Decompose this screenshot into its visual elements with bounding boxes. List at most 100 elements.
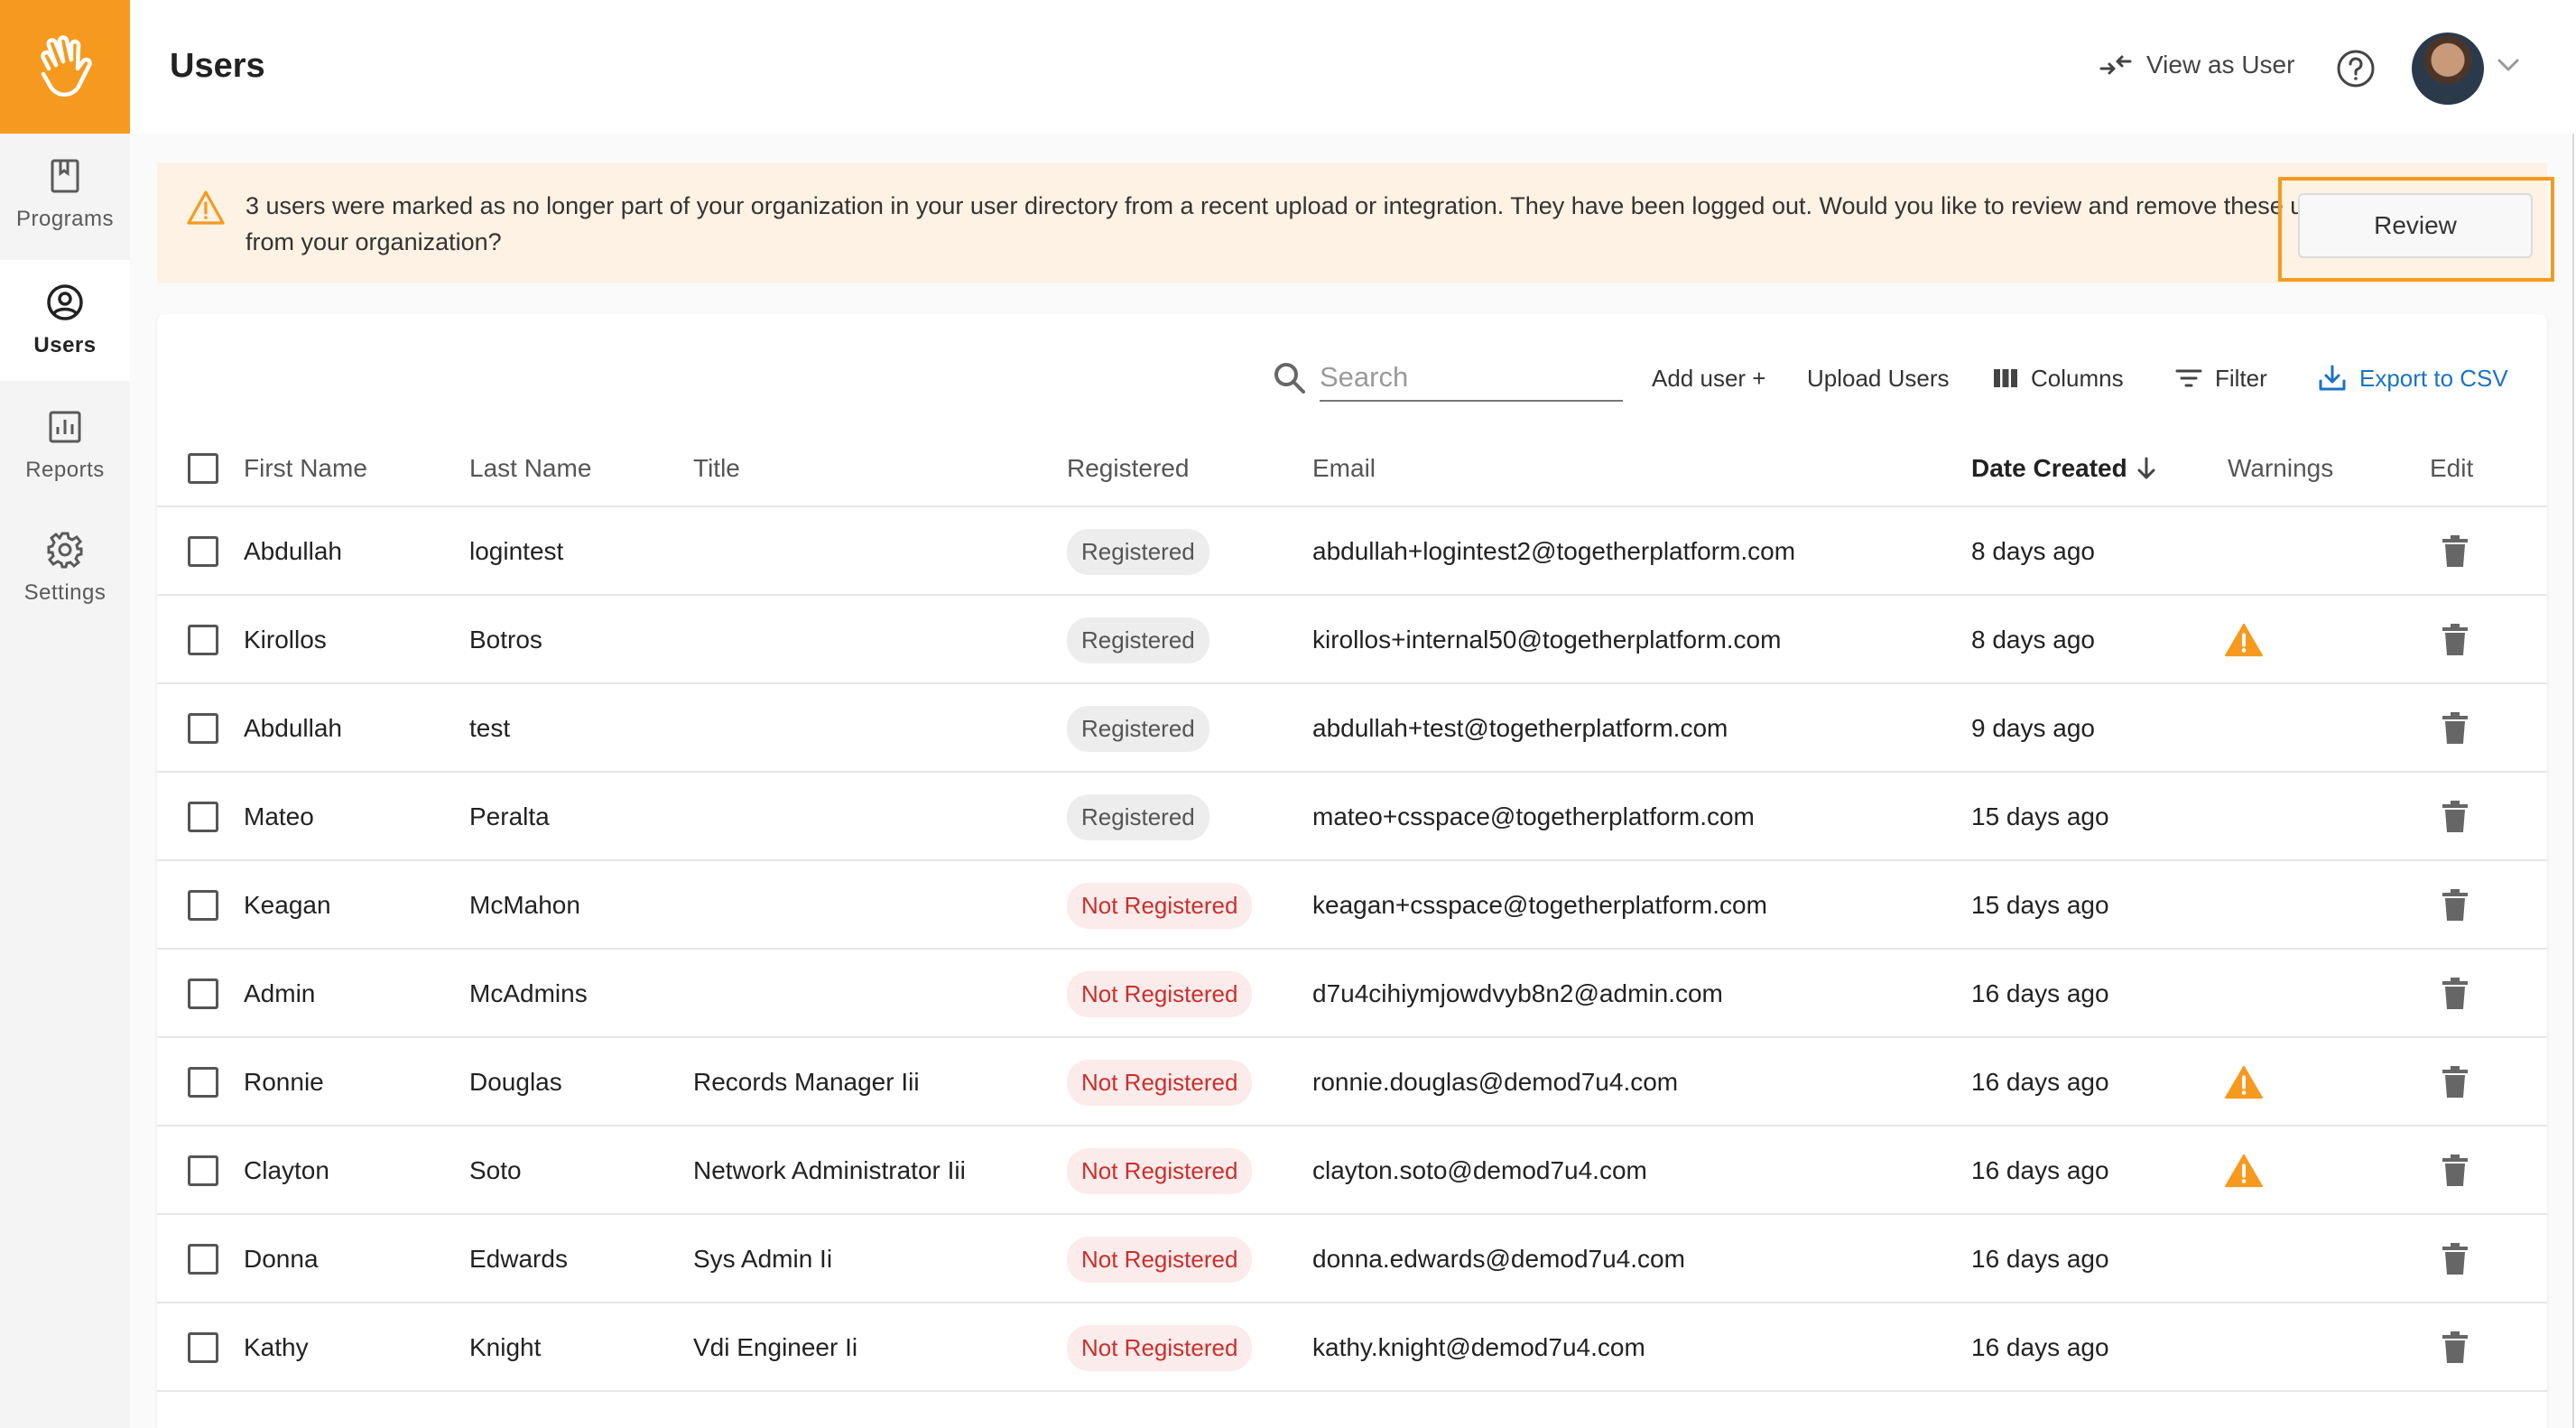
cell-last-name: Knight (469, 1333, 542, 1361)
column-first-name[interactable]: First Name (244, 430, 367, 507)
search-input[interactable] (1320, 355, 1623, 402)
warning-icon[interactable] (2224, 1151, 2264, 1191)
cell-edit (2435, 1038, 2475, 1127)
sidebar-item-settings[interactable]: Settings (0, 507, 130, 628)
table-row[interactable]: Abdullah test Registered abdullah+test@toge… (157, 684, 2547, 773)
trash-icon[interactable] (2435, 886, 2475, 925)
table-header: First Name Last Name Title Registered Em… (157, 430, 2547, 507)
column-last-name[interactable]: Last Name (469, 430, 591, 507)
warning-icon[interactable] (2224, 620, 2264, 660)
view-as-user-button[interactable]: View as User (2098, 51, 2294, 79)
review-button[interactable]: Review (2298, 193, 2533, 258)
cell-email: kathy.knight@demod7u4.com (1312, 1333, 1645, 1361)
cell-email: ronnie.douglas@demod7u4.com (1312, 1068, 1679, 1096)
trash-icon[interactable] (2435, 974, 2475, 1014)
table-row[interactable]: Kathy Knight Vdi Engineer Ii Not Registered… (157, 1303, 2547, 1392)
trash-icon[interactable] (2435, 709, 2475, 748)
cell-title: Sys Admin Ii (693, 1245, 833, 1273)
sidebar-item-programs[interactable]: Programs (0, 134, 130, 255)
avatar[interactable] (2412, 32, 2484, 105)
row-checkbox[interactable] (188, 684, 218, 773)
warning-icon[interactable] (2224, 1062, 2264, 1102)
cell-date-created: 16 days ago (1971, 1156, 2109, 1184)
cell-registered: Not Registered (1067, 1303, 1253, 1392)
status-badge: Registered (1067, 528, 1209, 575)
cell-registered: Registered (1067, 684, 1209, 773)
upload-users-label: Upload Users (1807, 364, 1950, 392)
row-checkbox[interactable] (188, 507, 218, 596)
add-user-button[interactable]: Add user + (1652, 347, 1765, 410)
row-checkbox[interactable] (188, 596, 218, 684)
column-email[interactable]: Email (1312, 430, 1376, 507)
cell-email: clayton.soto@demod7u4.com (1312, 1156, 1647, 1184)
row-checkbox[interactable] (188, 1303, 218, 1392)
table-row[interactable]: Donna Edwards Sys Admin Ii Not Registered do… (157, 1215, 2547, 1303)
table-row[interactable]: Kirollos Botros Registered kirollos+interna… (157, 596, 2547, 684)
page-title: Users (170, 47, 265, 85)
table-row[interactable]: Clayton Soto Network Administrator Iii Not … (157, 1127, 2547, 1215)
trash-icon[interactable] (2435, 1328, 2475, 1368)
trash-icon[interactable] (2435, 532, 2475, 571)
filter-button[interactable]: Filter (2175, 347, 2267, 410)
cell-last-name: Peralta (469, 802, 550, 830)
columns-label: Columns (2031, 364, 2124, 392)
search-icon (1274, 363, 1305, 394)
help-circle-icon[interactable] (2336, 49, 2376, 93)
table-row[interactable]: Ronnie Douglas Records Manager Iii Not Regi… (157, 1038, 2547, 1127)
status-badge: Registered (1067, 793, 1209, 840)
cell-email: abdullah+test@togetherplatform.com (1312, 714, 1728, 742)
row-checkbox[interactable] (188, 1127, 218, 1215)
sidebar-item-label: Users (33, 333, 97, 357)
row-checkbox[interactable] (188, 950, 218, 1038)
cell-date-created: 9 days ago (1971, 714, 2095, 742)
status-badge: Not Registered (1067, 1059, 1253, 1106)
column-edit: Edit (2430, 454, 2474, 482)
table-row[interactable]: Admin McAdmins Not Registered d7u4cihiymjow… (157, 950, 2547, 1038)
table-row[interactable]: Abdullah logintest Registered abdullah+logi… (157, 507, 2547, 596)
status-badge: Not Registered (1067, 970, 1253, 1017)
removed-users-banner: 3 users were marked as no longer part of… (157, 162, 2547, 283)
row-checkbox[interactable] (188, 1038, 218, 1127)
trash-icon[interactable] (2435, 1151, 2475, 1191)
table-row[interactable]: Keagan McMahon Not Registered keagan+csspac… (157, 861, 2547, 950)
select-all-checkbox[interactable] (188, 430, 218, 507)
status-badge: Registered (1067, 617, 1209, 663)
trash-icon[interactable] (2435, 1062, 2475, 1102)
cell-edit (2435, 1215, 2475, 1303)
cell-first-name: Ronnie (244, 1068, 324, 1096)
column-title[interactable]: Title (693, 430, 740, 507)
gear-icon (45, 530, 85, 570)
chevron-down-icon[interactable] (2497, 58, 2520, 77)
status-badge: Not Registered (1067, 1147, 1253, 1194)
cell-warnings (2224, 596, 2264, 684)
trash-icon[interactable] (2435, 797, 2475, 837)
cell-email: donna.edwards@demod7u4.com (1312, 1245, 1685, 1273)
sidebar-item-users[interactable]: Users (0, 260, 130, 381)
columns-button[interactable]: Columns (1993, 347, 2124, 410)
trash-icon[interactable] (2435, 1239, 2475, 1279)
trash-icon[interactable] (2435, 620, 2475, 660)
sidebar-item-reports[interactable]: Reports (0, 385, 130, 505)
column-date-created-label: Date Created (1971, 454, 2127, 482)
table-toolbar: Add user + Upload Users Columns Filter (157, 347, 2547, 410)
row-checkbox[interactable] (188, 1215, 218, 1303)
cell-first-name: Mateo (244, 802, 314, 830)
row-checkbox[interactable] (188, 861, 218, 950)
table-row[interactable]: Mateo Peralta Registered mateo+csspace@toge… (157, 773, 2547, 861)
cell-date-created: 16 days ago (1971, 1068, 2109, 1096)
cell-registered: Registered (1067, 507, 1209, 596)
columns-icon (1994, 369, 2017, 387)
cell-last-name: Soto (469, 1156, 522, 1184)
row-checkbox[interactable] (188, 773, 218, 861)
cell-edit (2435, 1127, 2475, 1215)
cell-warnings (2224, 1038, 2264, 1127)
cell-last-name: test (469, 714, 511, 742)
upload-users-button[interactable]: Upload Users (1807, 347, 1950, 410)
export-csv-button[interactable]: Export to CSV (2318, 347, 2508, 410)
filter-icon (2175, 369, 2202, 387)
app-logo[interactable] (0, 0, 130, 134)
cell-last-name: McAdmins (469, 979, 588, 1007)
column-registered[interactable]: Registered (1067, 430, 1189, 507)
column-date-created[interactable]: Date Created (1971, 430, 2156, 507)
status-badge: Not Registered (1067, 1236, 1253, 1283)
